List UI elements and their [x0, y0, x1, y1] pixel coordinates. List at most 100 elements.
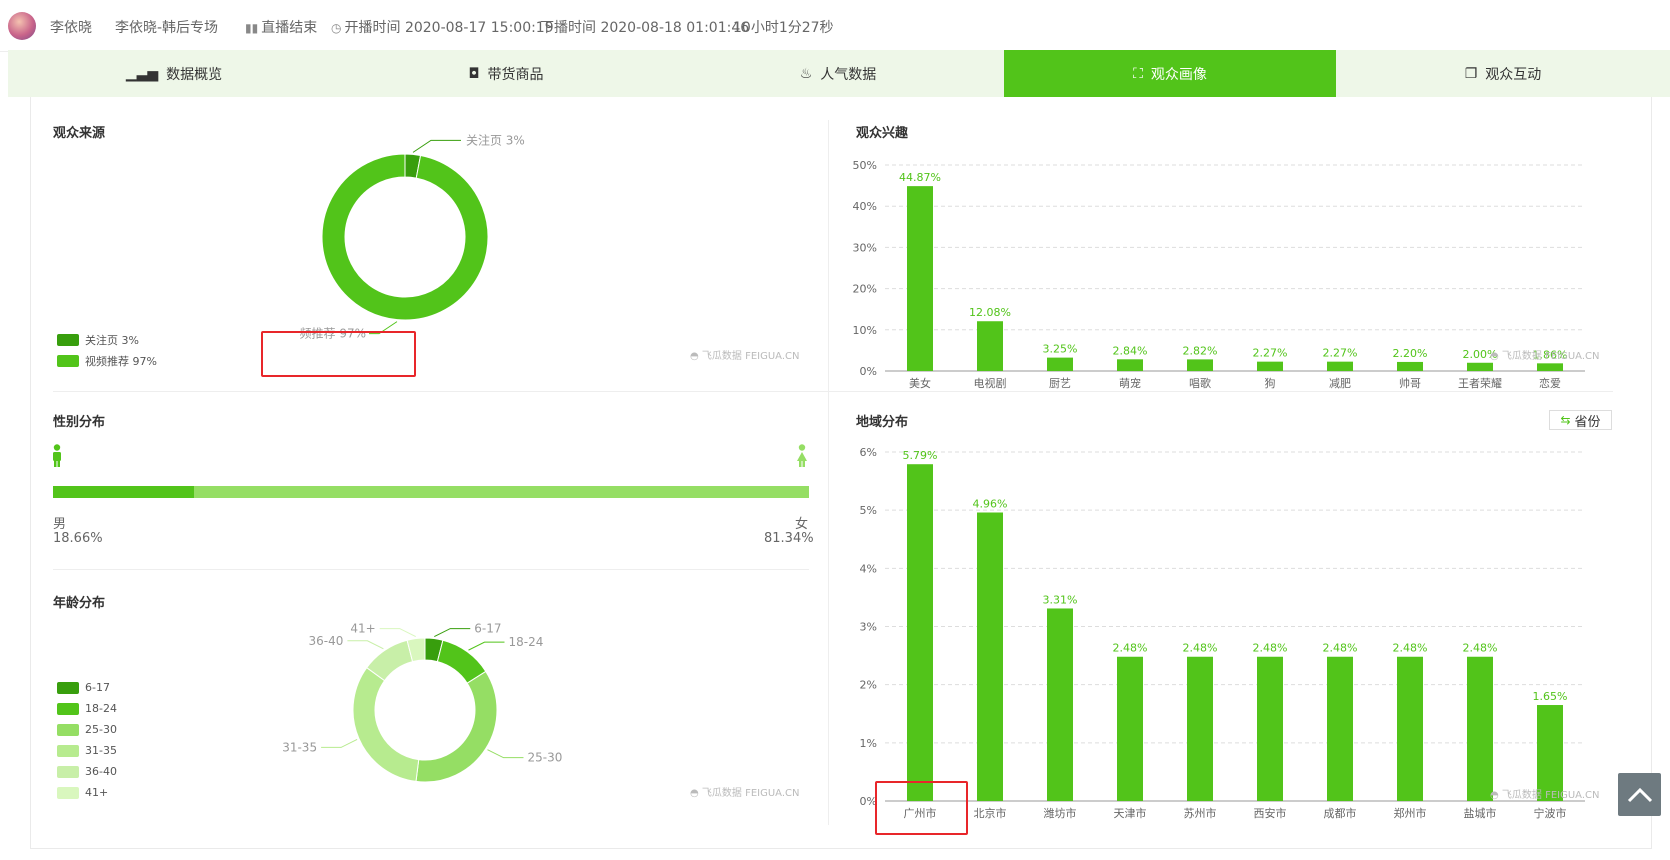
x-tick-label: 厨艺 — [1049, 377, 1071, 390]
watermark-sub: FEIGUA.CN — [1545, 351, 1600, 362]
donut-slice-31-35[interactable] — [352, 666, 420, 782]
bar-厨艺[interactable] — [1047, 357, 1073, 371]
interaction-icon: ❐ — [1464, 65, 1478, 82]
bar-盐城市[interactable] — [1467, 656, 1493, 801]
row-divider — [53, 391, 1613, 392]
donut-label: 31-35 — [282, 740, 317, 754]
clock-icon: ◷ — [331, 21, 342, 35]
bar-天津市[interactable] — [1117, 656, 1143, 801]
live-header: 李依晓 李依晓-韩后专场 ▮▮ 直播结束 ◷ 开播时间 2020-08-17 15:… — [0, 0, 1670, 52]
back-to-top-button[interactable] — [1618, 773, 1661, 816]
y-tick-label: 40% — [853, 200, 877, 213]
legend-label: 18-24 — [85, 702, 117, 715]
bar-data-label: 2.48% — [1113, 642, 1148, 655]
bar-data-label: 2.84% — [1113, 344, 1148, 357]
tab-products[interactable]: ◘ 带货商品 — [340, 50, 672, 97]
bar-北京市[interactable] — [977, 512, 1003, 801]
tab-label: 观众互动 — [1485, 66, 1542, 83]
legend-label: 关注页 3% — [85, 333, 139, 347]
province-toggle-label: 省份 — [1574, 414, 1601, 430]
y-tick-label: 3% — [860, 621, 877, 634]
donut-label: 关注页 3% — [466, 132, 525, 147]
watermark-icon: ◓ — [690, 788, 702, 799]
x-tick-label: 王者荣耀 — [1458, 377, 1502, 390]
watermark-text: 飞瓜数据 — [1501, 351, 1542, 362]
bar-减肥[interactable] — [1327, 361, 1353, 371]
legend-item[interactable]: 41+ — [57, 782, 117, 803]
legend-item[interactable]: 关注页 3% — [57, 329, 157, 350]
bar-广州市[interactable] — [907, 464, 933, 801]
y-tick-label: 2% — [860, 679, 877, 692]
donut-slice-25-30[interactable] — [415, 670, 498, 783]
label-leader-line — [347, 640, 384, 650]
tab-audience-portrait[interactable]: ⛶ 观众画像 — [1004, 50, 1336, 97]
bar-data-label: 4.96% — [973, 497, 1008, 510]
bar-恋爱[interactable] — [1537, 363, 1563, 371]
bar-data-label: 2.27% — [1323, 347, 1358, 360]
bar-美女[interactable] — [907, 186, 933, 371]
flame-icon: ♨ — [799, 65, 813, 82]
bar-萌宠[interactable] — [1117, 359, 1143, 371]
y-tick-label: 1% — [860, 737, 877, 750]
bar-帅哥[interactable] — [1397, 361, 1423, 371]
x-tick-label: 帅哥 — [1399, 377, 1421, 390]
duration: 10小时1分27秒 — [733, 20, 834, 36]
source-title: 观众来源 — [53, 126, 106, 141]
legend-item[interactable]: 31-35 — [57, 740, 117, 761]
bar-郑州市[interactable] — [1397, 656, 1423, 801]
legend-item[interactable]: 36-40 — [57, 761, 117, 782]
age-donut-chart: 6-17 18-24 25-30 31-35 36-40 41+ — [282, 622, 562, 783]
tab-overview[interactable]: ▁▃▅ 数据概览 — [8, 50, 340, 97]
label-leader-line — [487, 749, 524, 759]
x-tick-label: 萌宠 — [1119, 376, 1141, 390]
x-tick-label: 潍坊市 — [1044, 806, 1077, 820]
bar-data-label: 3.25% — [1043, 343, 1078, 356]
legend-item[interactable]: 25-30 — [57, 719, 117, 740]
legend-swatch — [57, 744, 79, 757]
bar-成都市[interactable] — [1327, 656, 1353, 801]
bar-电视剧[interactable] — [977, 321, 1003, 371]
y-tick-label: 20% — [853, 283, 877, 296]
room-title: 李依晓-韩后专场 — [115, 20, 219, 36]
bar-苏州市[interactable] — [1187, 656, 1213, 801]
signal-icon: ▮▮ — [245, 21, 259, 35]
watermark-icon: ◓ — [690, 351, 702, 362]
x-tick-label: 恋爱 — [1539, 376, 1561, 390]
bar-data-label: 2.48% — [1393, 642, 1428, 655]
bar-唱歌[interactable] — [1187, 359, 1213, 371]
highlight-box-guangzhou — [875, 781, 968, 835]
bar-data-label: 2.48% — [1323, 642, 1358, 655]
watermark-text: 飞瓜数据 — [701, 788, 742, 799]
tab-interaction[interactable]: ❐ 观众互动 — [1336, 50, 1670, 97]
y-tick-label: 30% — [853, 241, 877, 254]
gender-male-fill — [53, 486, 195, 498]
gender-ratio-bar — [53, 486, 809, 498]
bar-西安市[interactable] — [1257, 656, 1283, 801]
legend-swatch — [57, 723, 79, 736]
gender-title: 性别分布 — [53, 415, 106, 430]
watermark-text: 飞瓜数据 — [701, 351, 742, 362]
tab-popularity[interactable]: ♨ 人气数据 — [672, 50, 1004, 97]
bar-data-label: 1.65% — [1533, 690, 1568, 703]
male-label: 男 — [53, 517, 67, 532]
watermark-logo: ◓ 飞瓜数据 FEIGUA.CN — [690, 347, 800, 362]
legend-item[interactable]: 6-17 — [57, 677, 117, 698]
bar-data-label: 2.20% — [1393, 347, 1428, 360]
legend-label: 6-17 — [85, 681, 110, 694]
legend-swatch — [57, 786, 79, 799]
avatar[interactable] — [8, 12, 36, 40]
swap-icon: ⇆ — [1560, 413, 1571, 427]
page-root: 李依晓 李依晓-韩后专场 ▮▮ 直播结束 ◷ 开播时间 2020-08-17 15:… — [0, 0, 1670, 860]
x-tick-label: 成都市 — [1324, 806, 1357, 820]
bar-潍坊市[interactable] — [1047, 608, 1073, 801]
donut-slice-视频推荐[interactable] — [321, 153, 489, 321]
legend-item[interactable]: 18-24 — [57, 698, 117, 719]
bar-王者荣耀[interactable] — [1467, 362, 1493, 371]
anchor-name[interactable]: 李依晓 — [50, 17, 92, 37]
bar-狗[interactable] — [1257, 361, 1283, 371]
province-toggle-button[interactable]: ⇆ 省份 — [1549, 410, 1612, 430]
legend-item[interactable]: 视频推荐 97% — [57, 350, 157, 371]
tab-label: 观众画像 — [1150, 66, 1207, 83]
tab-label: 人气数据 — [820, 66, 877, 83]
donut-label: 6-17 — [474, 622, 501, 636]
